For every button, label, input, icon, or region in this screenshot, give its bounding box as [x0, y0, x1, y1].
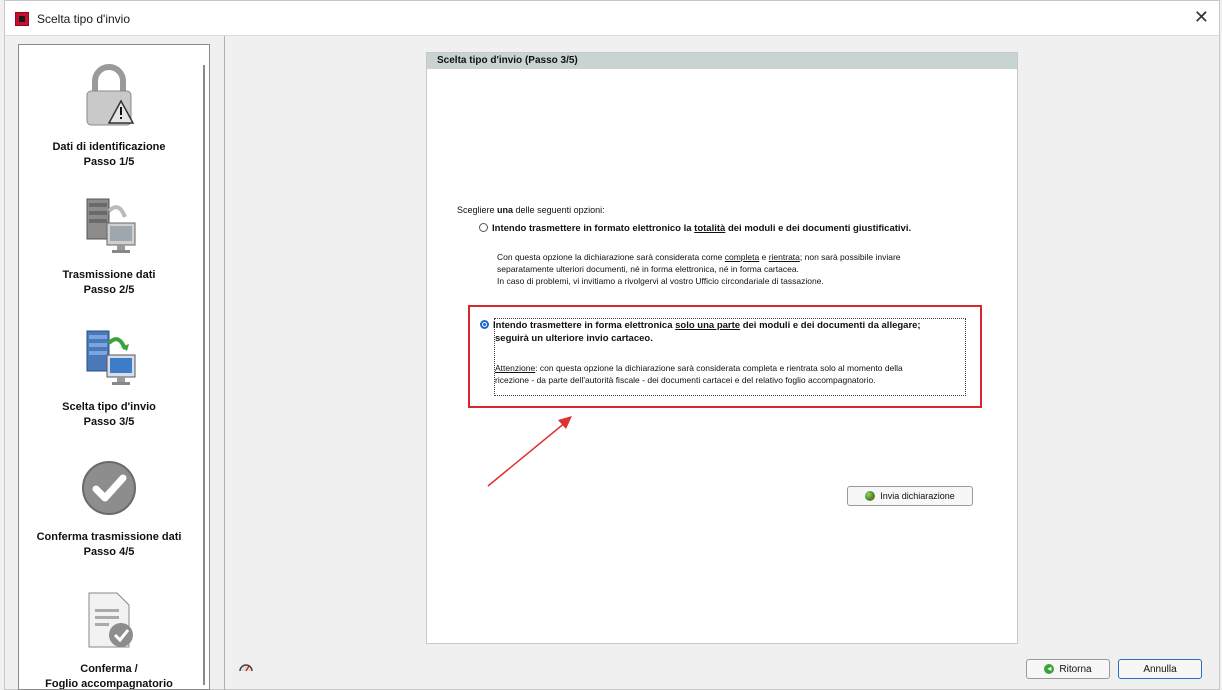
cancel-button[interactable]: Annulla: [1118, 659, 1202, 679]
step-scelta-invio[interactable]: Scelta tipo d'invio Passo 3/5: [19, 325, 199, 430]
desc2-line2: ricezione - da parte dell'autorità fisca…: [495, 375, 876, 385]
step-name: Scelta tipo d'invio: [62, 401, 156, 413]
option1-label: Intendo trasmettere in formato elettroni…: [492, 223, 911, 234]
desc1-pre: Con questa opzione la dichiarazione sarà…: [497, 252, 725, 262]
desc1-line3: In caso di problemi, vi invitiamo a rivo…: [497, 276, 824, 286]
option1-underline: totalità: [694, 223, 726, 234]
checkmark-circle-icon: [19, 457, 199, 524]
step-conferma-trasmissione[interactable]: Conferma trasmissione dati Passo 4/5: [19, 457, 199, 560]
panel-header: Scelta tipo d'invio (Passo 3/5): [427, 53, 1017, 69]
globe-icon: [865, 491, 876, 501]
option1-pre: Intendo trasmettere in formato elettroni…: [492, 223, 695, 234]
radio-option1[interactable]: [479, 223, 488, 232]
desc1-mid: e: [759, 252, 769, 262]
step-name: Conferma trasmissione dati: [36, 531, 182, 543]
window-title: Scelta tipo d'invio: [37, 12, 131, 26]
red-arrow-annotation: [487, 416, 572, 487]
send-declaration-button[interactable]: Invia dichiarazione: [847, 486, 973, 506]
desc1-u1: completa: [724, 252, 760, 262]
pane-divider[interactable]: [224, 36, 225, 690]
intro-post: delle seguenti opzioni:: [513, 205, 605, 215]
desc1-line2: separatamente ulteriori documenti, né in…: [497, 264, 799, 274]
step-name: Trasmissione dati: [62, 269, 156, 281]
step-trasmissione[interactable]: Trasmissione dati Passo 2/5: [19, 193, 199, 298]
desc2-post: : con questa opzione la dichiarazione sa…: [535, 363, 903, 373]
intro-pre: Scegliere: [457, 205, 498, 215]
step-name: Conferma /: [80, 663, 138, 675]
option1-post: dei moduli e dei documenti giustificativ…: [725, 223, 912, 234]
intro-bold: una: [497, 205, 514, 215]
lock-warning-icon: [19, 63, 199, 134]
sidebar-scrollbar[interactable]: [203, 65, 205, 685]
steps-sidebar: Dati di identificazione Passo 1/5 Trasmi…: [18, 44, 210, 690]
option1-description: Con questa opzione la dichiarazione sarà…: [497, 251, 977, 287]
desc1-u2: rientrata: [768, 252, 800, 262]
close-icon[interactable]: ✕: [1194, 7, 1209, 28]
step-identificazione[interactable]: Dati di identificazione Passo 1/5: [19, 63, 199, 170]
intro-text: Scegliere una delle seguenti opzioni:: [457, 205, 605, 215]
cancel-button-label: Annulla: [1143, 663, 1177, 675]
title-bar: Scelta tipo d'invio ✕: [5, 1, 1219, 36]
option2-line2: seguirà un ulteriore invio cartaceo.: [495, 333, 653, 344]
option-partial-electronic[interactable]: Intendo trasmettere in forma elettronica…: [480, 319, 970, 345]
step-conferma-foglio[interactable]: Conferma / Foglio accompagnatorio: [19, 589, 199, 690]
app-logo-icon: [15, 12, 29, 26]
option2-description: Attenzione: con questa opzione la dichia…: [495, 362, 965, 386]
send-button-label: Invia dichiarazione: [880, 491, 955, 501]
option2-post: dei moduli e dei documenti da allegare;: [740, 320, 921, 331]
step-number: Passo 4/5: [83, 546, 135, 558]
server-send-icon: [19, 325, 199, 394]
desc1-post: ; non sarà possibile inviare: [799, 252, 901, 262]
desc2-attention: Attenzione: [495, 363, 536, 373]
step-number: Foglio accompagnatorio: [45, 678, 173, 690]
option2-pre: Intendo trasmettere in forma elettronica: [493, 320, 676, 331]
back-arrow-icon: ◂: [1044, 664, 1055, 674]
option-full-electronic[interactable]: Intendo trasmettere in formato elettroni…: [479, 223, 989, 234]
server-transfer-icon: [19, 193, 199, 262]
option2-underline: solo una parte: [675, 320, 741, 331]
back-button[interactable]: ◂ Ritorna: [1026, 659, 1110, 679]
step-number: Passo 2/5: [83, 284, 135, 296]
step-number: Passo 1/5: [83, 156, 135, 168]
speedometer-icon[interactable]: [238, 660, 254, 678]
step-name: Dati di identificazione: [52, 141, 166, 153]
back-button-label: Ritorna: [1059, 663, 1092, 675]
radio-option2[interactable]: [480, 320, 489, 329]
document-check-icon: [19, 589, 199, 656]
option2-label: Intendo trasmettere in forma elettronica…: [493, 320, 921, 331]
step-number: Passo 3/5: [83, 416, 135, 428]
